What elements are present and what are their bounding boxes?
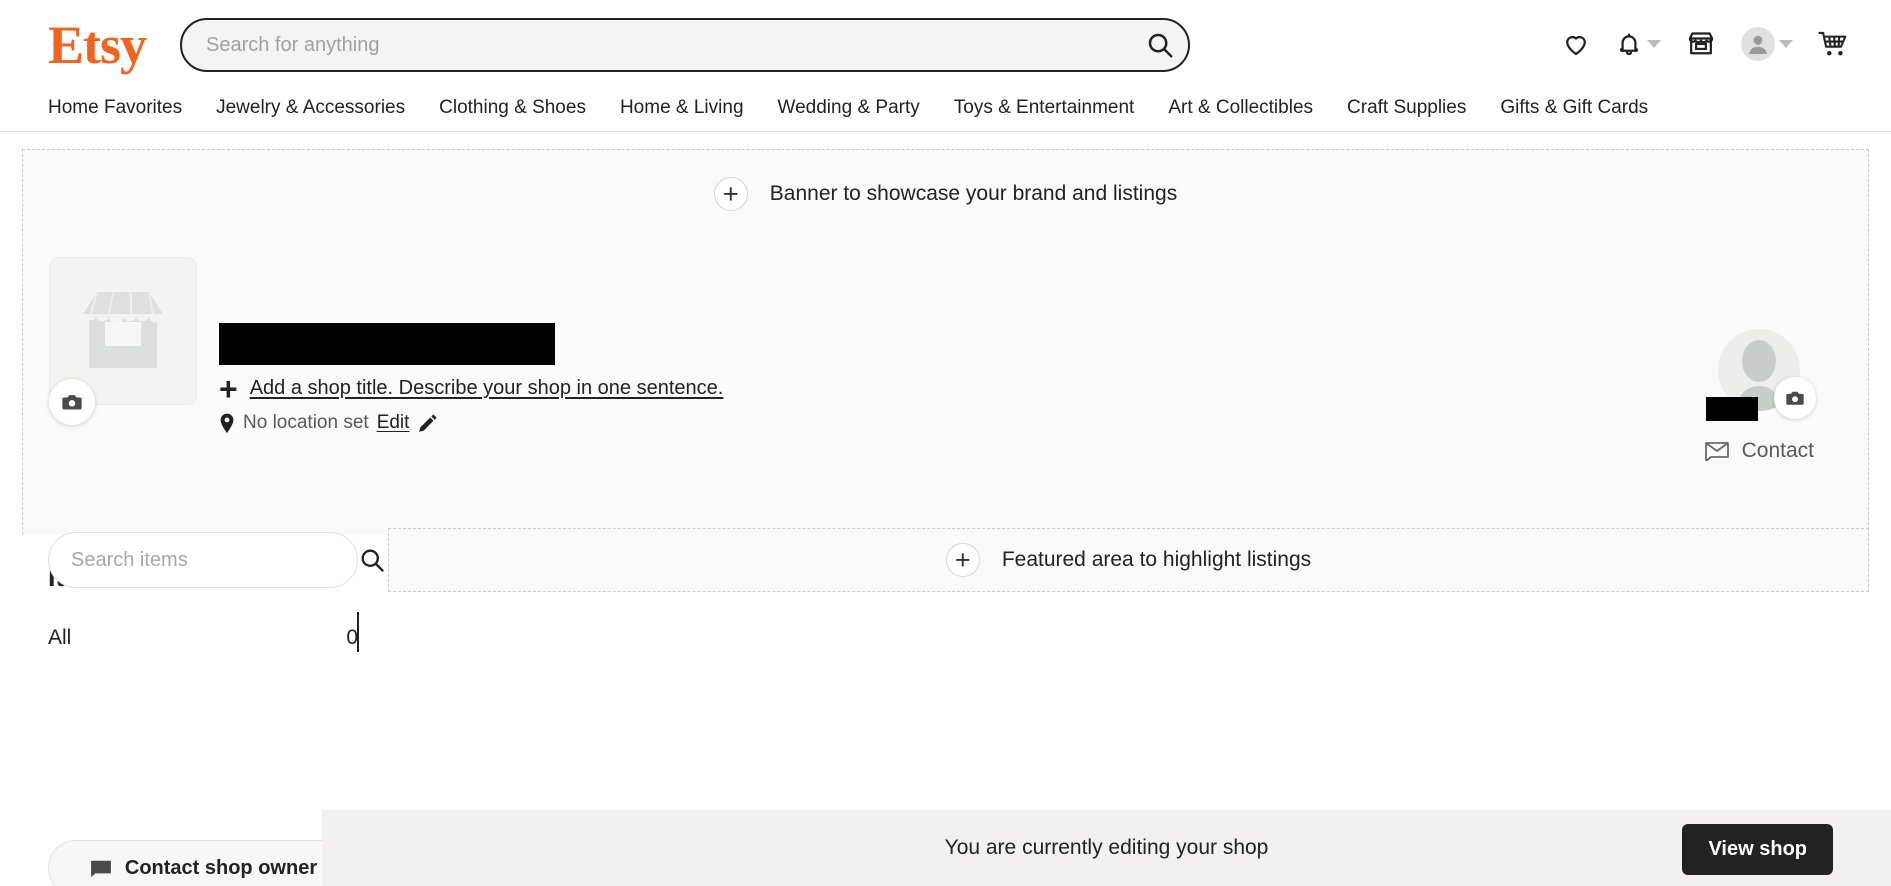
bell-icon: [1620, 33, 1638, 56]
search-icon: [361, 549, 384, 572]
items-search-input[interactable]: [49, 548, 358, 572]
view-shop-button[interactable]: View shop: [1682, 824, 1833, 875]
person-icon: [1749, 35, 1767, 54]
search-button[interactable]: [1132, 18, 1188, 72]
contact-shop-owner-label: Contact shop owner: [124, 856, 318, 879]
account-chevron-down-icon[interactable]: [1779, 40, 1793, 48]
shop-location-row: No location set Edit: [219, 412, 723, 434]
items-search-button[interactable]: [358, 533, 386, 587]
nav-item-art-collectibles[interactable]: Art & Collectibles: [1151, 96, 1330, 120]
filter-label: All: [48, 626, 72, 649]
add-shop-title-link[interactable]: Add a shop title. Describe your shop in …: [250, 377, 724, 400]
edit-owner-photo-button[interactable]: [1773, 377, 1816, 419]
storefront-icon: [1688, 32, 1714, 55]
editing-status-message: You are currently editing your shop: [944, 836, 1269, 859]
shop-name-redacted: [219, 323, 555, 365]
cart-button[interactable]: [1805, 14, 1861, 74]
shop-owner-block: Contact: [1704, 329, 1816, 463]
nav-item-home-favorites[interactable]: Home Favorites: [48, 96, 199, 120]
shop-info-block: + Add a shop title. Describe your shop i…: [219, 323, 723, 434]
nav-item-jewelry-accessories[interactable]: Jewelry & Accessories: [199, 96, 422, 120]
banner-placeholder[interactable]: + Banner to showcase your brand and list…: [23, 150, 1868, 237]
envelope-icon: [90, 860, 111, 877]
item-filter-list: All 0: [48, 618, 358, 658]
envelope-icon: [1704, 442, 1729, 461]
notifications-button[interactable]: [1603, 14, 1673, 74]
pencil-icon[interactable]: [417, 412, 439, 434]
nav-item-toys-entertainment[interactable]: Toys & Entertainment: [937, 96, 1152, 120]
account-menu-button[interactable]: [1729, 14, 1805, 74]
featured-placeholder-label: Featured area to highlight listings: [1001, 548, 1312, 571]
featured-area-placeholder[interactable]: + Featured area to highlight listings: [388, 528, 1869, 592]
shop-manager-button[interactable]: [1673, 14, 1729, 74]
banner-placeholder-label: Banner to showcase your brand and listin…: [769, 181, 1178, 205]
storefront-placeholder-icon: [83, 291, 164, 368]
header-icon-group: [1549, 14, 1861, 74]
shop-location-text: No location set: [243, 412, 369, 433]
text-cursor: [357, 612, 359, 652]
contact-label: Contact: [1741, 439, 1814, 462]
edit-shop-icon-button[interactable]: [49, 379, 95, 425]
shop-header-editable-frame: + Banner to showcase your brand and list…: [22, 149, 1869, 535]
search-icon: [1148, 33, 1173, 58]
camera-icon: [62, 395, 82, 410]
favorites-button[interactable]: [1549, 14, 1603, 74]
add-featured-plus-icon[interactable]: +: [945, 543, 980, 577]
heart-icon: [1566, 36, 1586, 56]
owner-name-redacted: [1705, 397, 1758, 421]
nav-item-gifts-gift-cards[interactable]: Gifts & Gift Cards: [1483, 96, 1665, 120]
notifications-chevron-down-icon[interactable]: [1647, 40, 1661, 48]
edit-location-link[interactable]: Edit: [377, 412, 410, 434]
contact-shop-owner-button[interactable]: Contact shop owner: [48, 840, 358, 886]
add-shop-title-plus-icon: +: [219, 370, 238, 407]
search-input[interactable]: [182, 33, 1132, 57]
nav-item-home-living[interactable]: Home & Living: [603, 96, 761, 120]
items-search-bar[interactable]: [48, 532, 384, 588]
editing-status-bar: You are currently editing your shop View…: [322, 810, 1891, 886]
avatar: [1741, 27, 1775, 61]
contact-owner-link[interactable]: Contact: [1704, 439, 1814, 463]
etsy-logo[interactable]: Etsy: [48, 16, 147, 74]
nav-item-clothing-shoes[interactable]: Clothing & Shoes: [422, 96, 603, 120]
global-search-bar[interactable]: [180, 18, 1190, 72]
nav-item-craft-supplies[interactable]: Craft Supplies: [1330, 96, 1483, 120]
camera-icon: [1786, 391, 1804, 405]
shop-profile-row: + Add a shop title. Describe your shop i…: [23, 237, 1868, 535]
nav-item-wedding-party[interactable]: Wedding & Party: [761, 96, 937, 120]
add-shop-title-row[interactable]: + Add a shop title. Describe your shop i…: [219, 370, 724, 407]
add-banner-plus-icon[interactable]: +: [713, 176, 748, 211]
filter-row-all[interactable]: All 0: [48, 618, 358, 658]
cart-icon: [1818, 31, 1847, 56]
category-nav: Home Favorites Jewelry & Accessories Clo…: [0, 84, 1891, 132]
location-pin-icon: [220, 413, 234, 433]
shop-page: + Banner to showcase your brand and list…: [0, 132, 1891, 886]
